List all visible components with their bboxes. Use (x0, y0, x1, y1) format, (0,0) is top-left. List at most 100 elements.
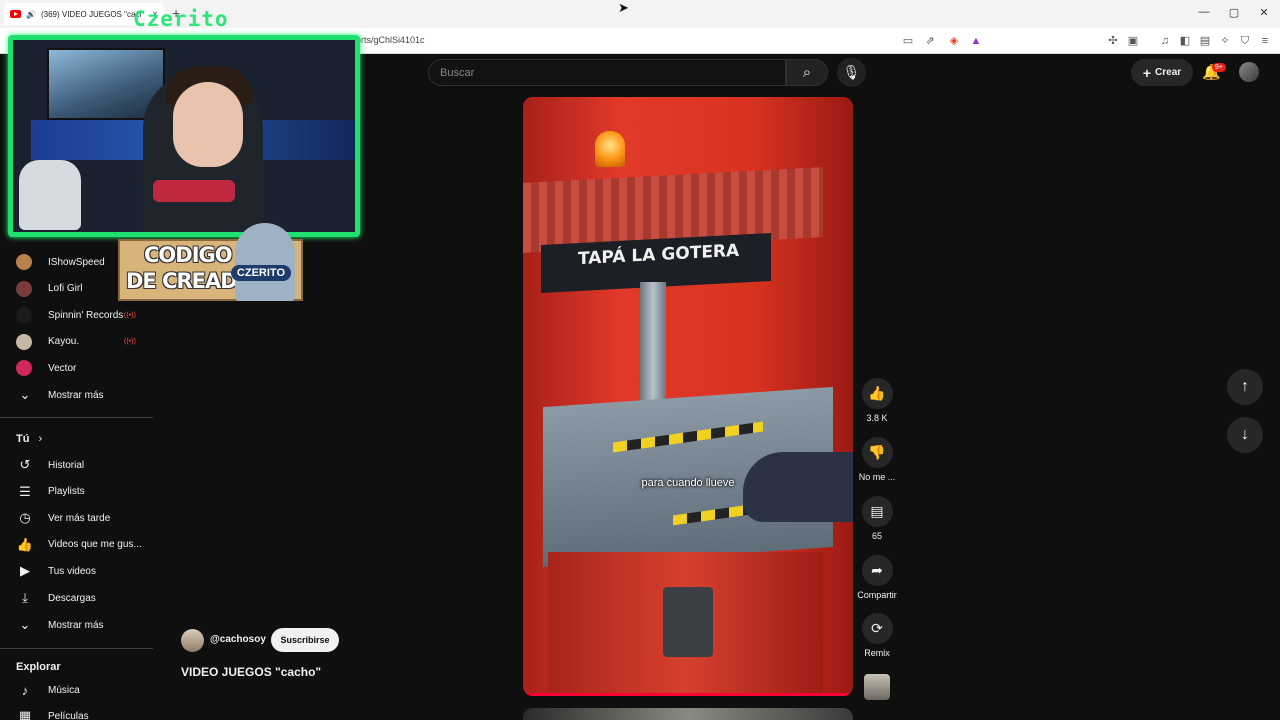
subscription-item[interactable]: Spinnin' Records ((•)) (16, 303, 136, 327)
dislike-label: No me ... (858, 472, 896, 482)
next-short-preview[interactable] (523, 708, 853, 720)
mouse-cursor-icon: ➤ (618, 0, 629, 15)
close-window-button[interactable]: ✕ (1256, 6, 1272, 19)
sidebar-item[interactable]: ↺ Historial (16, 453, 85, 477)
speaker-icon[interactable]: 🔊 (26, 10, 36, 19)
subscription-item[interactable]: Vector (16, 356, 76, 380)
arrow-up-icon: ↑ (1241, 378, 1249, 395)
profile-avatar[interactable] (1239, 62, 1259, 82)
menu-icon[interactable]: ≡ (1258, 34, 1272, 48)
previous-short-button[interactable]: ↑ (1227, 369, 1263, 405)
video-progress-bar[interactable] (523, 693, 853, 696)
channel-handle[interactable]: @cachosoy (210, 634, 266, 645)
dislike-button[interactable]: 👎 No me ... (855, 437, 899, 482)
watch-later-icon: ◷ (19, 510, 31, 526)
siren-light (595, 131, 625, 167)
brave-shield-icon[interactable]: ◈ (947, 34, 961, 48)
streamer-webcam (8, 35, 360, 237)
voice-search-button[interactable]: 🎙 (837, 58, 866, 87)
channel-avatar[interactable] (181, 629, 204, 652)
tab-search-icon[interactable]: ▣ (1126, 34, 1140, 48)
subscription-item[interactable]: Lofi Girl (16, 277, 82, 301)
channel-avatar (16, 254, 32, 270)
subscribe-button[interactable]: Suscribirse (271, 628, 339, 652)
sidebar-item[interactable]: ☰ Playlists (16, 480, 85, 504)
next-short-button[interactable]: ↓ (1227, 417, 1263, 453)
arrow-down-icon: ↓ (1241, 426, 1249, 443)
sidebar-item-label: Historial (48, 459, 85, 471)
vpn-icon[interactable]: ⛉ (1238, 34, 1252, 48)
media-icon[interactable]: ♫ (1158, 34, 1172, 48)
show-more-subscriptions[interactable]: ⌄ Mostrar más (16, 383, 104, 407)
notifications-badge: 9+ (1212, 63, 1226, 72)
remix-icon: ⟳ (861, 613, 893, 644)
sidebar-item-label: Música (48, 684, 80, 696)
channel-avatar (16, 360, 32, 377)
url-text[interactable]: orts/gChlSi4101c (356, 35, 425, 45)
tab-title: (369) VIDEO JUEGOS "cacho" (40, 9, 141, 19)
sidebar-item[interactable]: ⤓ Descargas (16, 586, 96, 610)
music-icon: ♪ (21, 682, 29, 698)
share-page-icon[interactable]: ⇗ (923, 34, 937, 48)
creator-code-line1: CODIGO (144, 243, 233, 267)
thumbs-down-icon: 👎 (861, 437, 893, 468)
sidebar-item[interactable]: ▦ Películas (16, 704, 89, 720)
search-input[interactable]: Buscar (428, 59, 786, 86)
sidebar-item-label: Playlists (48, 486, 85, 498)
comment-icon: ▤ (861, 496, 893, 527)
subscription-label: Vector (48, 362, 77, 374)
channel-avatar (16, 307, 32, 324)
sidebar-item[interactable]: ♪ Música (16, 678, 80, 702)
shorts-video-player[interactable]: TAPÁ LA GOTERA para cuando llueve (523, 97, 853, 696)
creator-code-badge: CZERITO (230, 265, 291, 281)
subscription-item[interactable]: Kayou. ((•)) (16, 330, 136, 354)
chevron-down-icon: ⌄ (19, 617, 31, 632)
like-button[interactable]: 👍 3.8 K (855, 378, 899, 423)
thumbs-up-icon: 👍 (861, 378, 893, 409)
subscription-label: Spinnin' Records (48, 309, 124, 321)
wallet-icon[interactable]: ▤ (1198, 34, 1212, 48)
mascot-avatar (235, 223, 295, 301)
channel-thumbnail[interactable] (864, 674, 890, 700)
divider (0, 648, 153, 649)
sidebar-item-label: Videos que me gus... (48, 539, 142, 551)
live-indicator-icon: ((•)) (124, 311, 136, 319)
live-indicator-icon: ((•)) (124, 338, 136, 346)
extensions-icon[interactable]: ✣ (1106, 34, 1120, 48)
chevron-down-icon: ⌄ (19, 387, 31, 402)
remix-button[interactable]: ⟳ Remix (855, 613, 899, 658)
maximize-button[interactable]: ▢ (1226, 6, 1242, 19)
comments-count: 65 (871, 531, 882, 541)
remix-label: Remix (864, 648, 890, 658)
playlists-icon: ☰ (19, 483, 31, 499)
rewards-icon[interactable]: ▲ (969, 34, 983, 48)
you-section-title[interactable]: Tú › (16, 433, 42, 445)
show-more-you[interactable]: ⌄ Mostrar más (16, 613, 104, 637)
movies-icon: ▦ (18, 708, 32, 720)
create-button[interactable]: + Crear (1131, 59, 1193, 86)
chevron-right-icon: › (38, 433, 43, 445)
coin-slot (663, 587, 713, 657)
video-title: VIDEO JUEGOS "cacho" (181, 665, 322, 679)
share-label: Compartir (857, 590, 897, 600)
sidebar-item[interactable]: ▶ Tus videos (16, 559, 96, 583)
subscription-item[interactable]: IShowSpeed (16, 250, 105, 274)
cast-icon[interactable]: ▭ (901, 34, 915, 48)
search-button[interactable]: ⌕ (786, 59, 828, 86)
sidebar-toggle-icon[interactable]: ◧ (1178, 34, 1192, 48)
sidebar-item[interactable]: 👍 Videos que me gus... (16, 533, 142, 557)
leo-ai-icon[interactable]: ✧ (1218, 34, 1232, 48)
plus-icon: + (1142, 64, 1152, 81)
explore-section-title: Explorar (16, 661, 61, 673)
sidebar-item[interactable]: ◷ Ver más tarde (16, 506, 110, 530)
your-videos-icon: ▶ (20, 563, 30, 579)
gaming-chair (19, 160, 81, 230)
minimize-button[interactable]: — (1196, 6, 1212, 18)
youtube-favicon-icon (10, 10, 21, 18)
subscription-label: Kayou. (48, 336, 80, 348)
search-icon: ⌕ (802, 64, 812, 81)
share-button[interactable]: ➦ Compartir (855, 555, 899, 600)
video-caption: para cuando llueve (641, 477, 735, 489)
sidebar-item-label: Ver más tarde (48, 512, 111, 524)
comments-button[interactable]: ▤ 65 (855, 496, 899, 541)
